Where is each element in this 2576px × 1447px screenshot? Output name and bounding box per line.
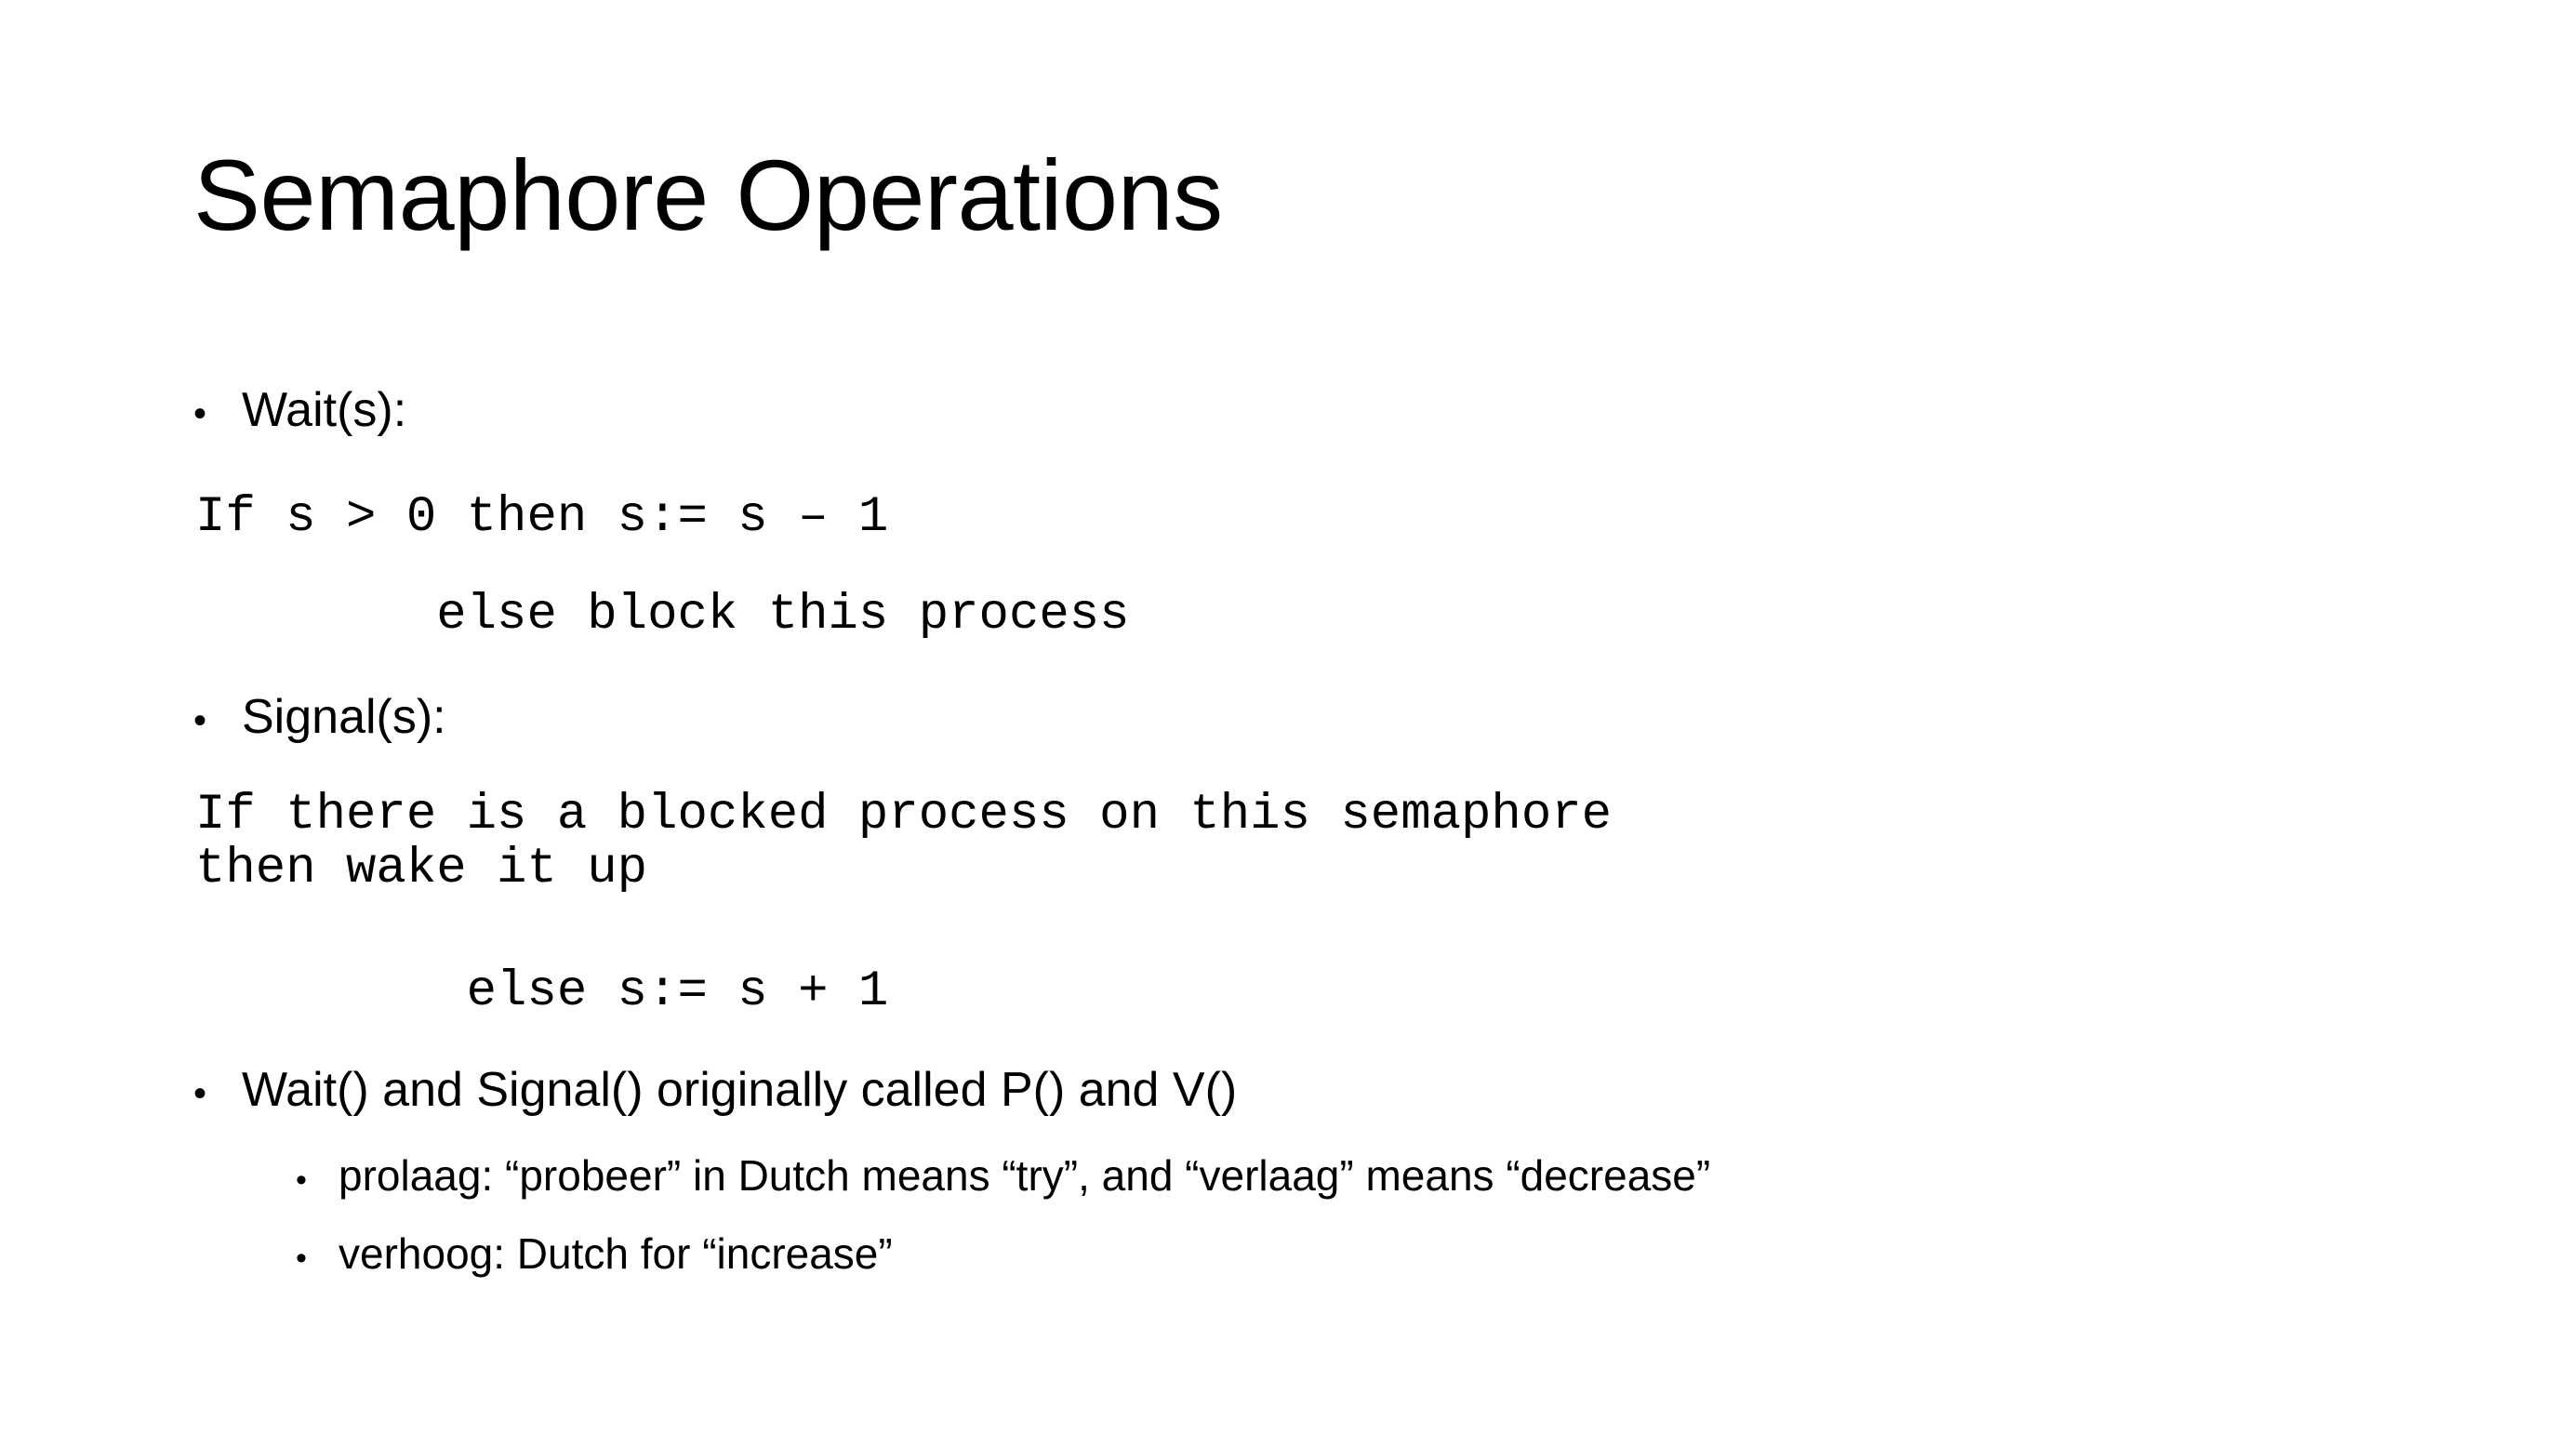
bullet-origin-label: Wait() and Signal() originally called P(… — [242, 1063, 1238, 1117]
bullet-wait-label: Wait(s): — [242, 383, 407, 437]
sub-bullet-prolaag-label: prolaag: “probeer” in Dutch means “try”,… — [339, 1151, 1711, 1200]
sub-bullet-verhoog-label: verhoog: Dutch for “increase” — [339, 1229, 893, 1278]
bullet-origin: • Wait() and Signal() originally called … — [193, 1063, 1237, 1119]
code-line-signal-1: If there is a blocked process on this se… — [195, 787, 1613, 898]
bullet-marker-icon: • — [193, 1073, 207, 1114]
bullet-marker-icon: • — [193, 393, 207, 434]
bullet-marker-icon: • — [296, 1162, 307, 1198]
sub-bullet-prolaag: • prolaag: “probeer” in Dutch means “try… — [296, 1151, 1710, 1201]
bullet-marker-icon: • — [296, 1241, 307, 1276]
code-line-signal-2: else s:= s + 1 — [195, 963, 889, 1020]
code-line-wait-1: If s > 0 then s:= s – 1 — [195, 489, 889, 546]
bullet-signal-label: Signal(s): — [242, 690, 446, 744]
code-line-wait-2: else block this process — [195, 587, 1130, 644]
bullet-marker-icon: • — [193, 700, 207, 741]
slide-body: • Wait(s): If s > 0 then s:= s – 1 else … — [0, 0, 2576, 1447]
sub-bullet-verhoog: • verhoog: Dutch for “increase” — [296, 1229, 893, 1279]
slide: Semaphore Operations • Wait(s): If s > 0… — [0, 0, 2576, 1447]
bullet-wait: • Wait(s): — [193, 383, 406, 439]
bullet-signal: • Signal(s): — [193, 690, 446, 746]
